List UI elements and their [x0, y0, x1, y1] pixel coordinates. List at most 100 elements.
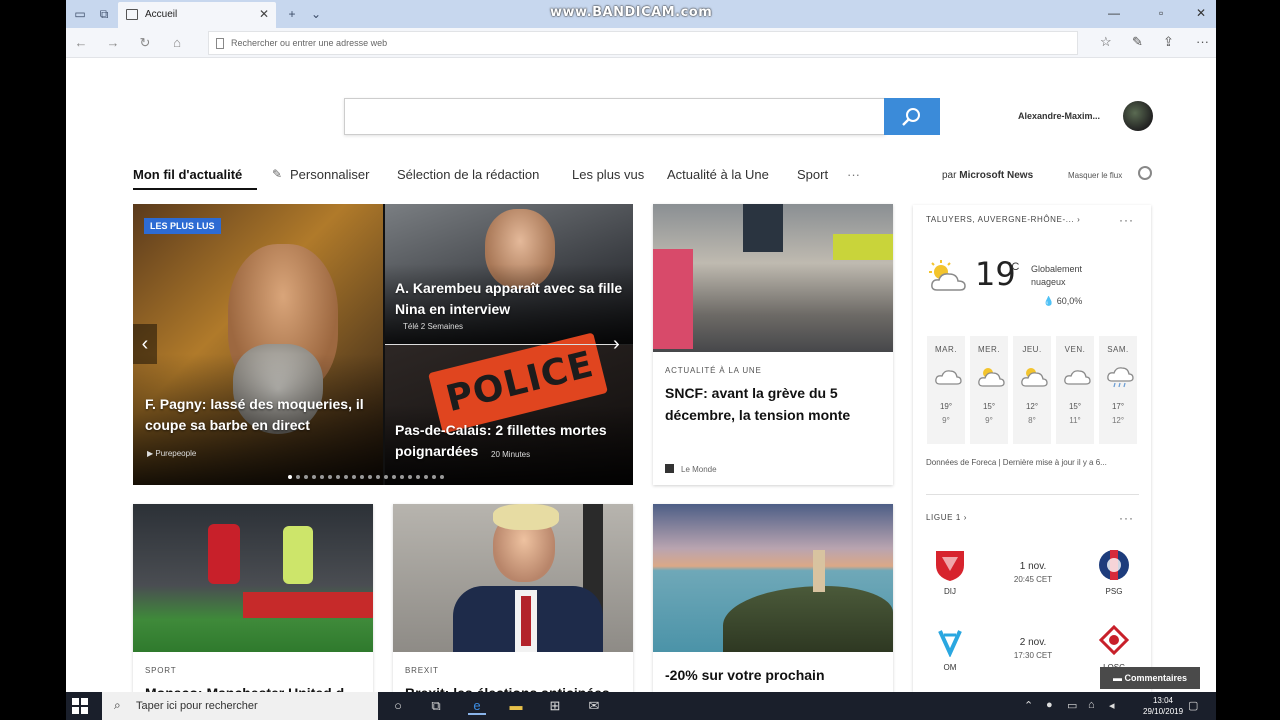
forecast-day[interactable]: SAM. 17° 12°: [1099, 336, 1137, 444]
carousel-dot[interactable]: [344, 475, 348, 479]
more-menu-icon[interactable]: ···: [1196, 34, 1209, 49]
weather-more-icon[interactable]: ···: [1119, 213, 1134, 227]
carousel-dot[interactable]: [288, 475, 292, 479]
carousel-dot[interactable]: [424, 475, 428, 479]
tab-personnaliser[interactable]: Personnaliser: [290, 167, 370, 182]
carousel-dot[interactable]: [368, 475, 372, 479]
carousel-dot[interactable]: [304, 475, 308, 479]
user-name[interactable]: Alexandre-Maxim...: [1018, 111, 1100, 121]
news-card-sncf[interactable]: ACTUALITÉ À LA UNE SNCF: avant la grève …: [653, 204, 893, 485]
tray-chevron-icon[interactable]: ⌃: [1024, 699, 1033, 712]
volume-icon[interactable]: ◂: [1109, 699, 1115, 712]
tab-actualite-une[interactable]: Actualité à la Une: [667, 167, 769, 182]
carousel-dots[interactable]: [288, 466, 448, 479]
file-explorer-icon[interactable]: ▬: [507, 697, 525, 715]
carousel-dot[interactable]: [376, 475, 380, 479]
weather-footer[interactable]: Données de Foreca | Dernière mise à jour…: [926, 458, 1107, 467]
hero-carousel[interactable]: POLICE LES PLUS LUS F. Pagny: lassé des …: [133, 204, 633, 485]
carousel-dot[interactable]: [312, 475, 316, 479]
carousel-dot[interactable]: [400, 475, 404, 479]
tab-preview-icon[interactable]: ▭: [70, 4, 90, 24]
search-button[interactable]: [884, 98, 940, 135]
favorites-star-icon[interactable]: ☆: [1100, 34, 1112, 50]
forecast-day[interactable]: JEU. 12° 8°: [1013, 336, 1051, 444]
tab-accueil[interactable]: Accueil ✕: [118, 2, 276, 28]
carousel-dot[interactable]: [360, 475, 364, 479]
forward-icon[interactable]: →: [104, 34, 122, 52]
tab-plus-vus[interactable]: Les plus vus: [572, 167, 644, 182]
notifications-icon[interactable]: ▢: [1188, 699, 1198, 712]
mail-icon[interactable]: ✉: [585, 697, 603, 715]
hero-left-title[interactable]: F. Pagny: lassé des moqueries, il coupe …: [145, 394, 375, 436]
gear-icon[interactable]: [1138, 166, 1152, 180]
carousel-dot[interactable]: [352, 475, 356, 479]
network-icon[interactable]: ⌂: [1088, 699, 1095, 711]
hide-feed-link[interactable]: Masquer le flux: [1068, 171, 1122, 180]
tab-sport[interactable]: Sport: [797, 167, 828, 182]
forecast-day[interactable]: VEN. 15° 11°: [1056, 336, 1094, 444]
carousel-dot[interactable]: [296, 475, 300, 479]
carousel-dot[interactable]: [320, 475, 324, 479]
card-title[interactable]: Monaco: Manchester United d...: [145, 682, 365, 692]
tab-close-icon[interactable]: ✕: [259, 7, 269, 21]
search-input[interactable]: [344, 98, 885, 135]
carousel-dot[interactable]: [432, 475, 436, 479]
refresh-icon[interactable]: ↻: [136, 34, 154, 52]
comments-button[interactable]: ▬ Commentaires: [1100, 667, 1200, 689]
hero-right-top-title[interactable]: A. Karembeu apparaît avec sa fille Nina …: [395, 278, 625, 320]
card-title[interactable]: -20% sur votre prochain: [665, 664, 885, 686]
news-card-sport[interactable]: SPORT Monaco: Manchester United d...: [133, 504, 373, 692]
back-icon[interactable]: ←: [72, 34, 90, 52]
cloud-icon: [935, 370, 962, 385]
carousel-next-icon[interactable]: ›: [613, 334, 620, 354]
forecast-day-name: MER.: [978, 345, 1000, 354]
tab-list-chevron-icon[interactable]: ⌄: [306, 4, 326, 24]
card-title[interactable]: Brexit: les élections anticipées...: [405, 682, 625, 692]
forecast-day[interactable]: MAR. 19° 9°: [927, 336, 965, 444]
carousel-dot[interactable]: [384, 475, 388, 479]
microphone-icon[interactable]: ●: [1046, 699, 1053, 711]
set-aside-tabs-icon[interactable]: ⧉: [94, 4, 114, 24]
forecast-day[interactable]: MER. 15° 9°: [970, 336, 1008, 444]
taskbar-clock[interactable]: 13:04 29/10/2019: [1143, 695, 1183, 717]
tab-mon-fil[interactable]: Mon fil d'actualité: [133, 167, 242, 182]
annotate-pen-icon[interactable]: ✎: [1132, 34, 1143, 50]
task-view-icon[interactable]: ⧉: [427, 697, 445, 715]
news-card-promo[interactable]: -20% sur votre prochain: [653, 504, 893, 692]
match-date: 1 nov.: [1019, 561, 1047, 572]
battery-icon[interactable]: ▭: [1067, 699, 1077, 712]
window-close-icon[interactable]: ✕: [1196, 6, 1206, 20]
provider-name[interactable]: Microsoft News: [959, 170, 1033, 181]
address-bar[interactable]: Rechercher ou entrer une adresse web: [208, 31, 1078, 55]
carousel-dot[interactable]: [408, 475, 412, 479]
windows-start-icon[interactable]: [72, 698, 88, 714]
carousel-dot[interactable]: [336, 475, 340, 479]
home-icon[interactable]: ⌂: [168, 34, 186, 52]
card-category: ACTUALITÉ À LA UNE: [665, 366, 762, 375]
news-card-brexit[interactable]: BREXIT Brexit: les élections anticipées.…: [393, 504, 633, 692]
match-time[interactable]: 2 nov. 17:30 CET: [993, 637, 1073, 660]
tab-more[interactable]: ···: [847, 167, 860, 182]
taskbar-search-input[interactable]: ⌕ Taper ici pour rechercher: [102, 692, 378, 720]
temperature-unit[interactable]: °C: [1007, 261, 1019, 273]
store-icon[interactable]: ⊞: [546, 697, 564, 715]
share-icon[interactable]: ⇪: [1163, 34, 1174, 50]
carousel-prev-icon[interactable]: ‹: [133, 324, 157, 364]
weather-location[interactable]: TALUYERS, AUVERGNE-RHÔNE-... ›: [926, 215, 1080, 224]
carousel-dot[interactable]: [392, 475, 396, 479]
edge-icon[interactable]: e: [468, 697, 486, 715]
maximize-icon[interactable]: ▫: [1159, 6, 1163, 20]
carousel-dot[interactable]: [416, 475, 420, 479]
league-more-icon[interactable]: ···: [1119, 511, 1134, 525]
league-title[interactable]: LIGUE 1 ›: [926, 513, 967, 522]
cortana-icon[interactable]: ○: [389, 697, 407, 715]
avatar[interactable]: [1123, 101, 1153, 131]
tab-selection[interactable]: Sélection de la rédaction: [397, 167, 539, 182]
recording-watermark: www.BANDICAM.com: [550, 5, 713, 20]
card-title[interactable]: SNCF: avant la grève du 5 décembre, la t…: [665, 382, 885, 426]
carousel-dot[interactable]: [440, 475, 444, 479]
match-time[interactable]: 1 nov. 20:45 CET: [993, 561, 1073, 584]
minimize-icon[interactable]: —: [1108, 6, 1120, 20]
carousel-dot[interactable]: [328, 475, 332, 479]
new-tab-icon[interactable]: +: [282, 4, 302, 24]
